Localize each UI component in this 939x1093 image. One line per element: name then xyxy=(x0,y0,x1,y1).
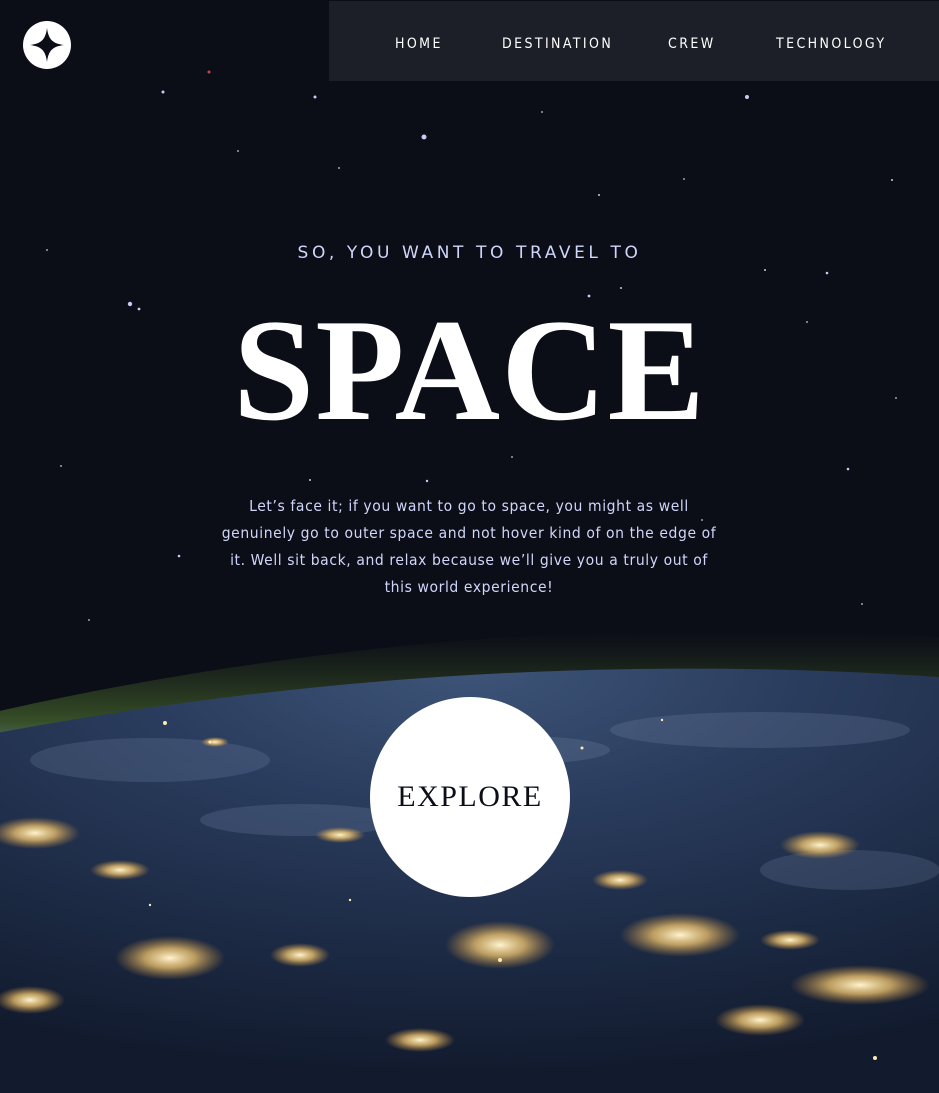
nav-home[interactable]: HOME xyxy=(395,35,443,53)
hero-subtitle: SO, YOU WANT TO TRAVEL TO xyxy=(297,243,642,263)
hero-title: SPACE xyxy=(233,289,706,451)
nav-crew[interactable]: CREW xyxy=(668,35,716,53)
star-logo-icon xyxy=(23,21,71,69)
nav-technology[interactable]: TECHNOLOGY xyxy=(776,35,886,53)
hero-description: Let’s face it; if you want to go to spac… xyxy=(221,497,717,596)
top-nav: HOME DESTINATION CREW TECHNOLOGY xyxy=(329,1,939,81)
logo[interactable] xyxy=(23,21,71,69)
explore-button[interactable]: EXPLORE xyxy=(370,697,570,897)
nav-destination[interactable]: DESTINATION xyxy=(502,35,613,53)
